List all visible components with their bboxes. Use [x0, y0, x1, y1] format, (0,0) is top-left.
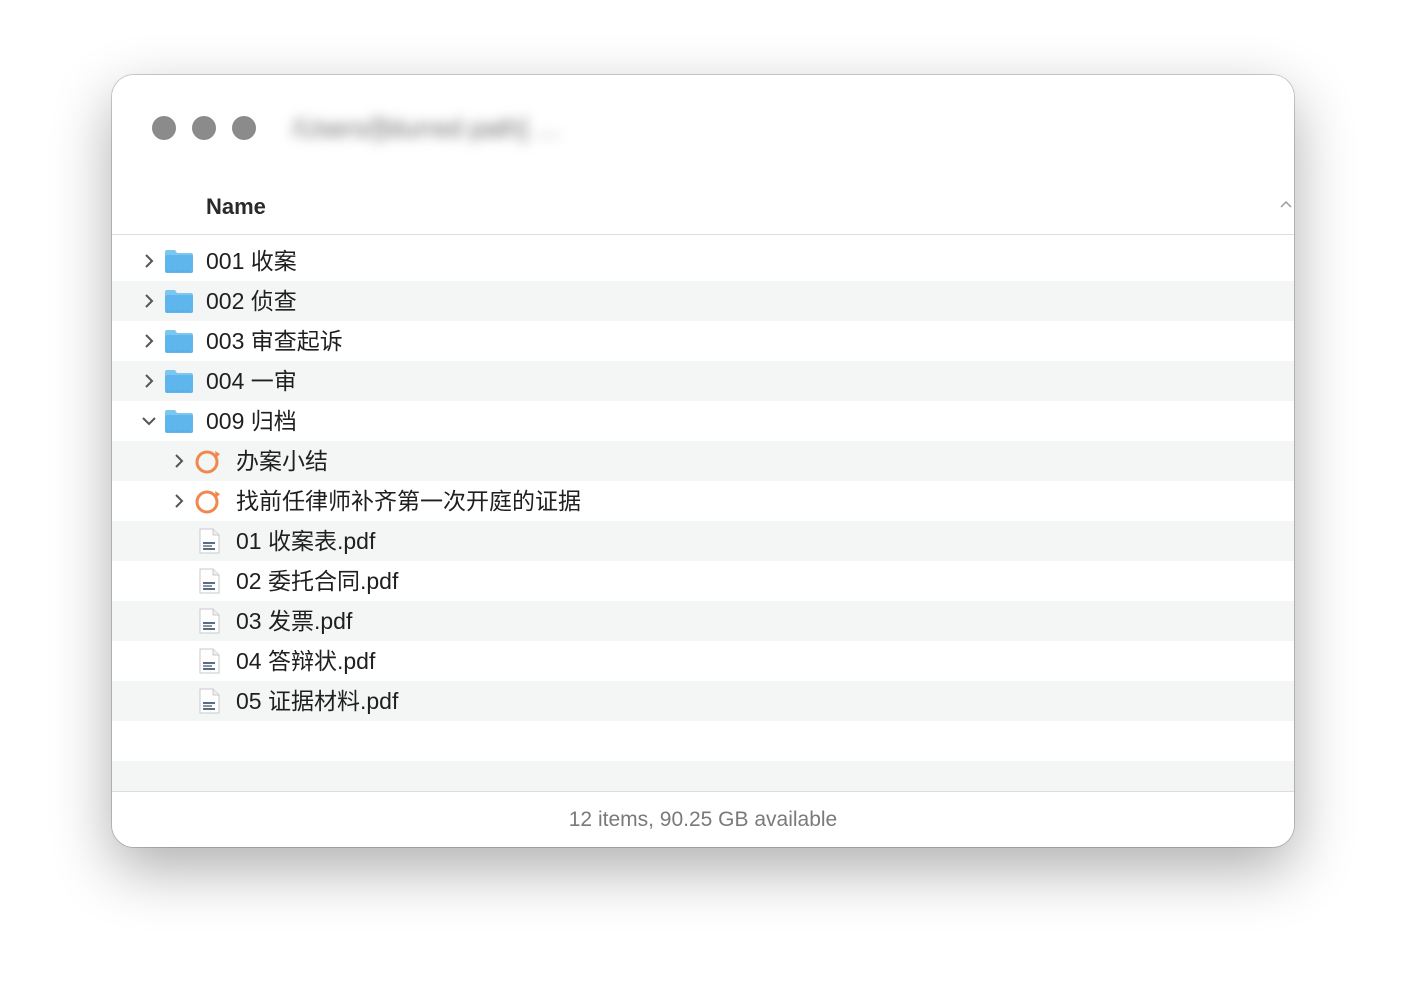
- chevron-down-icon[interactable]: [142, 413, 156, 429]
- item-label: 05 证据材料.pdf: [236, 688, 399, 714]
- item-label: 004 一审: [206, 368, 297, 394]
- ring-icon: [195, 450, 220, 474]
- list-item[interactable]: 001 收案: [112, 241, 1294, 281]
- chevron-right-icon[interactable]: [172, 493, 186, 509]
- pdf-file-icon: [199, 528, 220, 554]
- chevron-right-icon[interactable]: [142, 333, 156, 349]
- chevron-right-icon[interactable]: [172, 453, 186, 469]
- empty-row: [112, 721, 1294, 761]
- chevron-right-icon[interactable]: [142, 373, 156, 389]
- list-item[interactable]: 01 收案表.pdf: [112, 521, 1294, 561]
- list-item[interactable]: 办案小结: [112, 441, 1294, 481]
- folder-icon: [165, 330, 193, 353]
- folder-icon: [165, 370, 193, 393]
- chevron-right-icon[interactable]: [142, 253, 156, 269]
- column-header: Name: [112, 180, 1294, 235]
- minimize-button[interactable]: [192, 116, 216, 140]
- list-item[interactable]: 05 证据材料.pdf: [112, 681, 1294, 721]
- pdf-file-icon: [199, 608, 220, 634]
- list-item[interactable]: 002 侦查: [112, 281, 1294, 321]
- item-label: 04 答辩状.pdf: [236, 648, 376, 674]
- list-item[interactable]: 找前任律师补齐第一次开庭的证据: [112, 481, 1294, 521]
- item-label: 009 归档: [206, 408, 297, 434]
- item-label: 003 审查起诉: [206, 328, 343, 354]
- list-item[interactable]: 003 审查起诉: [112, 321, 1294, 361]
- file-list: 001 收案 002 侦查 003 审查起诉 004 一审 009 归档办案小结找前任律…: [112, 241, 1294, 801]
- item-label: 001 收案: [206, 248, 297, 274]
- status-bar: 12 items, 90.25 GB available: [112, 791, 1294, 847]
- zoom-button[interactable]: [232, 116, 256, 140]
- pdf-file-icon: [199, 568, 220, 594]
- list-item[interactable]: 04 答辩状.pdf: [112, 641, 1294, 681]
- pdf-file-icon: [199, 648, 220, 674]
- item-label: 办案小结: [236, 448, 328, 474]
- item-label: 02 委托合同.pdf: [236, 568, 399, 594]
- folder-icon: [165, 250, 193, 273]
- pdf-file-icon: [199, 688, 220, 714]
- name-column-header[interactable]: Name: [206, 180, 266, 234]
- chevron-right-icon[interactable]: [142, 293, 156, 309]
- folder-icon: [165, 410, 193, 433]
- list-item[interactable]: 004 一审: [112, 361, 1294, 401]
- ring-icon: [195, 490, 220, 514]
- folder-icon: [165, 290, 193, 313]
- title-bar: /Users/[blurred path] …: [112, 75, 1294, 181]
- list-item[interactable]: 009 归档: [112, 401, 1294, 441]
- item-label: 002 侦查: [206, 288, 297, 314]
- item-label: 01 收案表.pdf: [236, 528, 376, 554]
- close-button[interactable]: [152, 116, 176, 140]
- sort-indicator-icon[interactable]: [1280, 198, 1292, 212]
- list-item[interactable]: 02 委托合同.pdf: [112, 561, 1294, 601]
- item-label: 找前任律师补齐第一次开庭的证据: [236, 488, 581, 514]
- window-title: /Users/[blurred path] …: [292, 113, 561, 143]
- item-label: 03 发票.pdf: [236, 608, 353, 634]
- finder-window: /Users/[blurred path] … Name 001 收案 002 侦…: [112, 75, 1294, 847]
- list-item[interactable]: 03 发票.pdf: [112, 601, 1294, 641]
